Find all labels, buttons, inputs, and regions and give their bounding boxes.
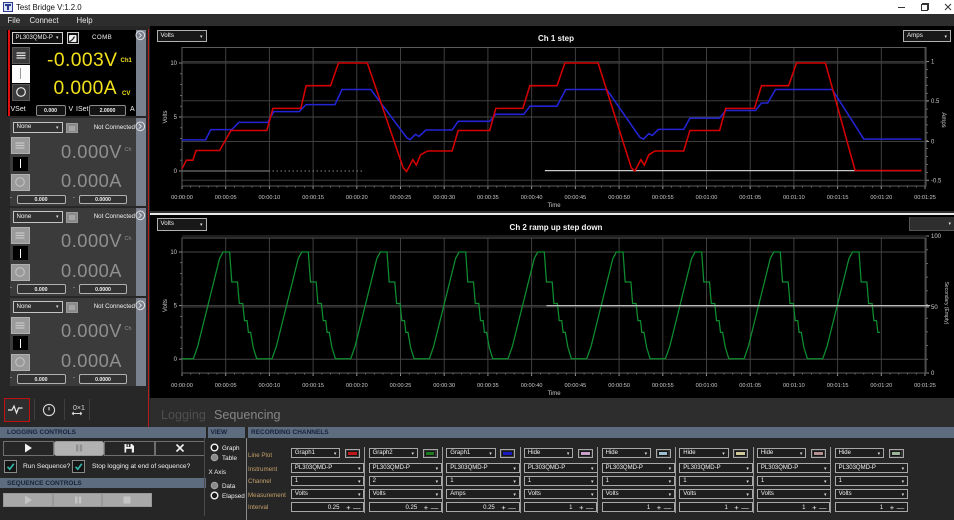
svg-text:-0.5: -0.5 — [931, 178, 942, 184]
svg-text:00:00:30: 00:00:30 — [433, 195, 455, 201]
svg-text:00:00:35: 00:00:35 — [477, 383, 499, 389]
svg-text:00:00:00: 00:00:00 — [171, 195, 193, 201]
svg-text:00:00:40: 00:00:40 — [521, 195, 543, 201]
svg-text:10: 10 — [170, 61, 177, 67]
svg-text:00:00:20: 00:00:20 — [346, 195, 368, 201]
svg-text:00:00:45: 00:00:45 — [565, 195, 587, 201]
svg-text:00:00:20: 00:00:20 — [346, 383, 368, 389]
svg-text:00:01:00: 00:01:00 — [696, 383, 718, 389]
svg-text:00:01:20: 00:01:20 — [870, 195, 892, 201]
svg-text:10: 10 — [170, 250, 177, 256]
svg-text:00:00:50: 00:00:50 — [608, 383, 630, 389]
svg-text:00:01:05: 00:01:05 — [739, 195, 761, 201]
svg-text:Secondary (Empty): Secondary (Empty) — [943, 282, 949, 325]
svg-text:00:00:10: 00:00:10 — [259, 195, 281, 201]
svg-text:00:00:55: 00:00:55 — [652, 383, 674, 389]
svg-text:00:01:00: 00:01:00 — [696, 195, 718, 201]
svg-text:00:00:45: 00:00:45 — [565, 383, 587, 389]
svg-text:00:00:05: 00:00:05 — [215, 383, 237, 389]
svg-text:00:00:35: 00:00:35 — [477, 195, 499, 201]
svg-text:00:00:25: 00:00:25 — [390, 195, 412, 201]
svg-text:Volts: Volts — [163, 110, 169, 123]
svg-text:00:00:55: 00:00:55 — [652, 195, 674, 201]
svg-text:00:01:15: 00:01:15 — [827, 195, 849, 201]
svg-text:00:00:00: 00:00:00 — [171, 383, 193, 389]
svg-text:00:00:15: 00:00:15 — [302, 383, 324, 389]
svg-text:00:01:05: 00:01:05 — [739, 383, 761, 389]
svg-text:00:00:50: 00:00:50 — [608, 195, 630, 201]
svg-text:00:00:10: 00:00:10 — [259, 383, 281, 389]
svg-text:Time: Time — [547, 203, 561, 209]
svg-text:00:01:10: 00:01:10 — [783, 383, 805, 389]
svg-text:00:01:25: 00:01:25 — [914, 195, 936, 201]
svg-text:0×1: 0×1 — [73, 405, 85, 412]
svg-text:Volts: Volts — [163, 299, 169, 312]
svg-text:00:00:30: 00:00:30 — [433, 383, 455, 389]
svg-text:00:01:10: 00:01:10 — [783, 195, 805, 201]
svg-text:Time: Time — [547, 391, 561, 397]
svg-text:00:00:15: 00:00:15 — [302, 195, 324, 201]
svg-text:100: 100 — [931, 234, 942, 240]
svg-text:0.5: 0.5 — [931, 99, 940, 105]
svg-text:00:00:05: 00:00:05 — [215, 195, 237, 201]
svg-text:50: 50 — [931, 305, 938, 311]
svg-text:00:00:40: 00:00:40 — [521, 383, 543, 389]
svg-text:00:00:25: 00:00:25 — [390, 383, 412, 389]
svg-text:00:01:25: 00:01:25 — [914, 383, 936, 389]
svg-text:Amps: Amps — [940, 112, 946, 127]
svg-text:00:01:15: 00:01:15 — [827, 383, 849, 389]
svg-text:00:01:20: 00:01:20 — [870, 383, 892, 389]
